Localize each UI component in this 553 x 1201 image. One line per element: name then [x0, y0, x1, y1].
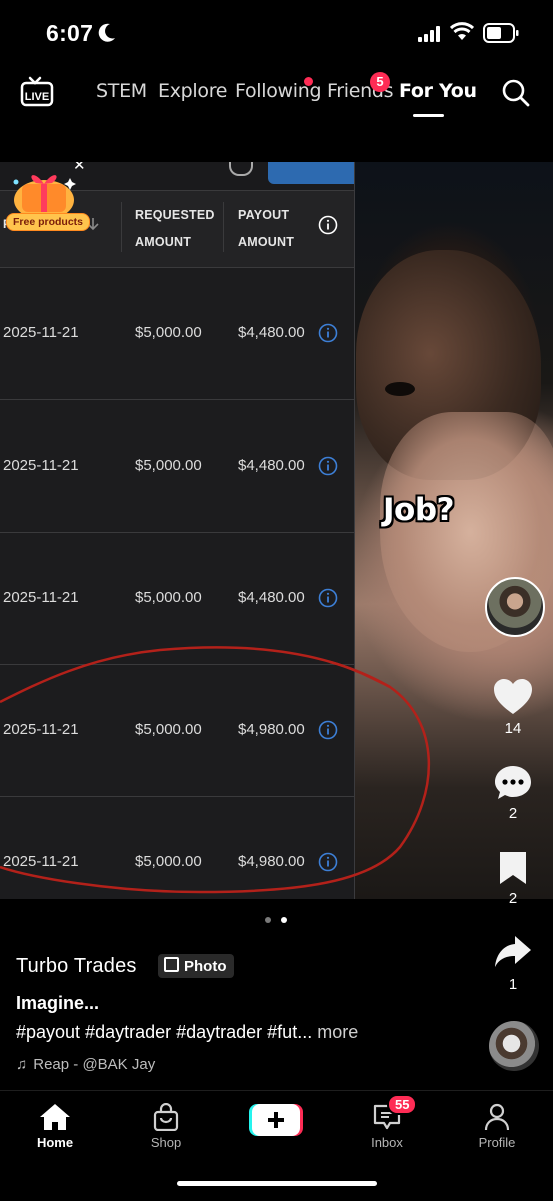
- tab-shop[interactable]: Shop: [126, 1101, 206, 1150]
- row-payout: $4,480.00: [238, 324, 305, 341]
- row-requested: $5,000.00: [135, 324, 202, 341]
- home-indicator[interactable]: [177, 1181, 377, 1186]
- row-payout: $4,480.00: [238, 457, 305, 474]
- pager-dot: [265, 917, 271, 923]
- following-notification-dot: [304, 77, 313, 86]
- tab-shop-label: Shop: [150, 1135, 182, 1150]
- table-row: 2025-11-21 $5,000.00 $4,980.00: [0, 664, 354, 797]
- home-icon: [40, 1104, 70, 1130]
- sound-name[interactable]: Reap - @BAK Jay: [33, 1056, 155, 1073]
- caption-title: Imagine...: [16, 993, 100, 1013]
- header-requested-amount: REQUESTED AMOUNT: [135, 202, 215, 256]
- info-icon: [318, 456, 338, 476]
- post-media[interactable]: Job? P REQUESTED AMOUNT PAYOUT AMOUNT 20…: [0, 162, 553, 899]
- heart-icon[interactable]: [493, 678, 533, 716]
- inbox-badge: 55: [387, 1094, 418, 1115]
- tab-home-label: Home: [36, 1135, 74, 1150]
- sound-label[interactable]: ♫ Reap - @BAK Jay: [16, 1056, 155, 1073]
- row-date: 2025-11-21: [3, 589, 79, 606]
- row-payout: $4,480.00: [238, 589, 305, 606]
- info-icon: [318, 720, 338, 740]
- person-eye: [385, 382, 415, 396]
- row-date: 2025-11-21: [3, 324, 79, 341]
- friends-badge: 5: [370, 72, 390, 92]
- tab-for-you[interactable]: For You: [399, 80, 477, 102]
- row-date: 2025-11-21: [3, 721, 79, 738]
- live-icon[interactable]: LIVE: [20, 76, 54, 108]
- table-row: 2025-11-21 $5,000.00 $4,480.00: [0, 532, 354, 665]
- table-row: 2025-11-21 $5,000.00 $4,480.00: [0, 267, 354, 400]
- profile-person-icon: [484, 1103, 510, 1131]
- live-label: LIVE: [25, 91, 49, 103]
- caption-hashtags[interactable]: #payout #daytrader #daytrader #fut... mo…: [16, 1022, 358, 1043]
- header-requested-line1: REQUESTED: [135, 208, 215, 222]
- header-payout-line2: AMOUNT: [238, 235, 295, 249]
- create-post-plus-icon[interactable]: [249, 1104, 303, 1136]
- tab-stem[interactable]: STEM: [96, 80, 147, 102]
- close-icon[interactable]: ✕: [73, 162, 86, 174]
- tab-explore[interactable]: Explore: [158, 80, 228, 102]
- sound-disc-avatar[interactable]: [489, 1021, 539, 1071]
- row-date: 2025-11-21: [3, 457, 79, 474]
- share-arrow-icon[interactable]: [493, 933, 533, 971]
- photo-badge-label: Photo: [184, 958, 227, 975]
- row-requested: $5,000.00: [135, 853, 202, 870]
- table-row: 2025-11-21 $5,000.00 $4,480.00: [0, 400, 354, 533]
- cellular-signal-icon: [418, 26, 440, 42]
- creator-avatar[interactable]: [485, 577, 545, 637]
- row-requested: $5,000.00: [135, 457, 202, 474]
- header-payout-amount: PAYOUT AMOUNT: [238, 202, 294, 256]
- focus-moon-icon: [98, 23, 115, 42]
- free-products-badge[interactable]: Free products: [6, 213, 91, 231]
- header-divider: [223, 202, 224, 252]
- comment-count: 2: [508, 805, 518, 822]
- photo-type-badge: Photo: [158, 954, 234, 978]
- photo-icon: [164, 957, 179, 972]
- info-icon: [318, 588, 338, 608]
- overlay-caption: Job?: [383, 492, 455, 528]
- row-requested: $5,000.00: [135, 721, 202, 738]
- share-count: 1: [508, 976, 518, 993]
- wifi-icon: [450, 22, 474, 40]
- row-payout: $4,980.00: [238, 721, 305, 738]
- tab-home[interactable]: Home: [15, 1101, 95, 1150]
- active-tab-indicator: [413, 114, 444, 117]
- header-requested-line2: AMOUNT: [135, 235, 192, 249]
- pager-dot-active: [281, 917, 287, 923]
- save-count: 2: [508, 890, 518, 907]
- table-row: 2025-11-21 $5,000.00 $4,980.00: [0, 796, 354, 899]
- row-date: 2025-11-21: [3, 853, 79, 870]
- header-divider: [121, 202, 122, 252]
- more-link[interactable]: more: [312, 1022, 358, 1042]
- tab-profile-label: Profile: [478, 1135, 516, 1150]
- hashtags-text[interactable]: #payout #daytrader #daytrader #fut...: [16, 1022, 312, 1042]
- status-time: 6:07: [46, 20, 94, 46]
- info-icon: [318, 323, 338, 343]
- toolbar-blue-button: [268, 162, 354, 184]
- info-icon: [318, 215, 338, 235]
- music-note-icon: ♫: [16, 1056, 28, 1073]
- like-count: 14: [504, 720, 522, 737]
- tab-profile[interactable]: Profile: [457, 1101, 537, 1150]
- header-payout-line1: PAYOUT: [238, 208, 290, 222]
- search-icon[interactable]: [501, 78, 531, 108]
- tab-inbox-label: Inbox: [371, 1135, 403, 1150]
- info-icon: [318, 852, 338, 872]
- payout-table-screenshot: P REQUESTED AMOUNT PAYOUT AMOUNT 2025-11…: [0, 162, 355, 899]
- battery-icon: [483, 23, 519, 43]
- comment-icon[interactable]: [493, 764, 533, 802]
- row-requested: $5,000.00: [135, 589, 202, 606]
- bookmark-icon[interactable]: [493, 850, 533, 886]
- creator-username[interactable]: Turbo Trades: [16, 955, 137, 978]
- row-payout: $4,980.00: [238, 853, 305, 870]
- shopping-bag-icon: [153, 1103, 179, 1131]
